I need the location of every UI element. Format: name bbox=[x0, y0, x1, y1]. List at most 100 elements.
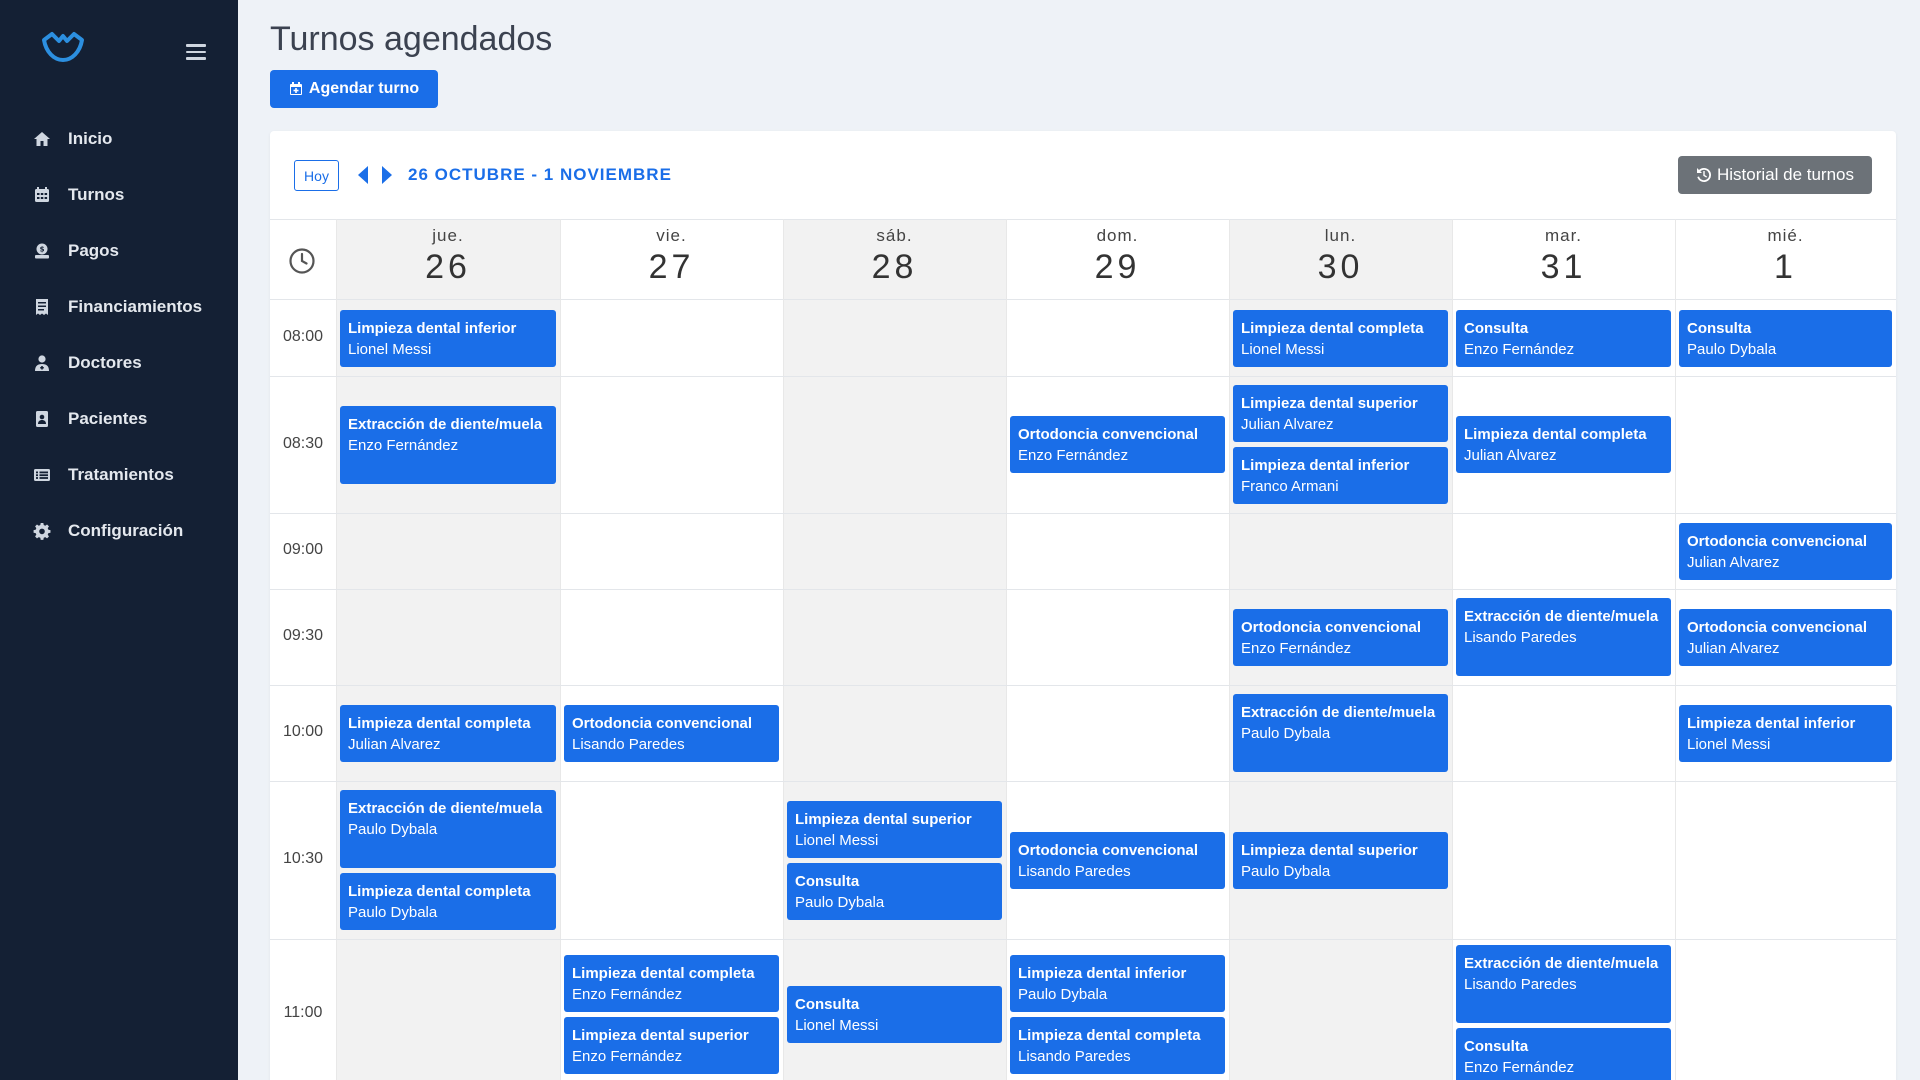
sidebar-item-inicio[interactable]: Inicio bbox=[0, 111, 238, 167]
date-range: 26 OCTUBRE - 1 NOVIEMBRE bbox=[408, 165, 672, 184]
sidebar-item-turnos[interactable]: Turnos bbox=[0, 167, 238, 223]
appointment-event[interactable]: Ortodoncia convencional Lisando Paredes bbox=[1010, 831, 1225, 889]
column-divider bbox=[336, 219, 337, 1080]
appointment-event[interactable]: Extracción de diente/muela Paulo Dybala bbox=[1233, 694, 1448, 772]
appointment-event[interactable]: Ortodoncia convencional Enzo Fernández bbox=[1010, 416, 1225, 473]
today-button[interactable]: Hoy bbox=[294, 160, 339, 191]
appointment-event[interactable]: Limpieza dental inferior Lionel Messi bbox=[340, 309, 556, 367]
row-divider bbox=[270, 685, 1896, 686]
day-number: 29 bbox=[1094, 248, 1141, 286]
prev-week-icon[interactable] bbox=[356, 164, 370, 186]
appointment-event[interactable]: Extracción de diente/muela Paulo Dybala bbox=[340, 790, 556, 868]
sidebar-nav: Inicio Turnos $ Pagos Financiamientos Doctore… bbox=[0, 111, 238, 559]
menu-toggle-icon[interactable] bbox=[186, 44, 206, 60]
column-shade bbox=[783, 219, 1006, 1080]
appointment-patient: Lisando Paredes bbox=[572, 735, 685, 753]
column-divider bbox=[1229, 219, 1230, 1080]
appointment-event[interactable]: Limpieza dental superior Lionel Messi bbox=[787, 800, 1002, 858]
appointment-title: Limpieza dental completa bbox=[1241, 319, 1424, 337]
appointment-history-button[interactable]: Historial de turnos bbox=[1678, 156, 1872, 194]
sidebar-item-pagos[interactable]: $ Pagos bbox=[0, 223, 238, 279]
next-week-icon[interactable] bbox=[380, 164, 394, 186]
day-header[interactable]: sáb. 28 bbox=[783, 220, 1006, 300]
day-header[interactable]: vie. 27 bbox=[560, 220, 783, 300]
logo[interactable] bbox=[40, 30, 86, 64]
day-header[interactable]: mar. 31 bbox=[1452, 220, 1675, 300]
sidebar-item-label: Inicio bbox=[68, 129, 113, 148]
day-header[interactable]: mié. 1 bbox=[1675, 220, 1896, 300]
appointment-event[interactable]: Consulta Lionel Messi bbox=[787, 985, 1002, 1043]
column-divider bbox=[1452, 219, 1453, 1080]
appointment-event[interactable]: Consulta Paulo Dybala bbox=[787, 862, 1002, 920]
appointment-title: Extracción de diente/muela bbox=[1241, 704, 1436, 721]
appointment-title: Limpieza dental completa bbox=[1464, 426, 1647, 443]
day-number: 26 bbox=[425, 248, 471, 286]
time-slot-label: 10:30 bbox=[282, 850, 324, 867]
sidebar-item-doctores[interactable]: Doctores bbox=[0, 335, 238, 391]
appointment-event[interactable]: Ortodoncia convencional Lisando Paredes bbox=[564, 704, 779, 762]
appointment-patient: Lionel Messi bbox=[348, 340, 432, 358]
column-divider bbox=[1006, 219, 1007, 1080]
appointment-patient: Julian Alvarez bbox=[348, 735, 441, 753]
appointment-event[interactable]: Extracción de diente/muela Lisando Parede… bbox=[1456, 598, 1671, 676]
calendar-icon bbox=[32, 185, 52, 205]
appointment-patient: Enzo Fernández bbox=[1464, 340, 1575, 358]
day-header[interactable]: lun. 30 bbox=[1229, 220, 1452, 300]
day-name: vie. bbox=[656, 226, 687, 245]
appointment-event[interactable]: Ortodoncia convencional Enzo Fernández bbox=[1233, 608, 1448, 666]
appointment-event[interactable]: Limpieza dental inferior Paulo Dybala bbox=[1010, 954, 1225, 1012]
appointment-patient: Paulo Dybala bbox=[795, 893, 885, 911]
appointment-title: Limpieza dental completa bbox=[348, 883, 531, 900]
day-name: mié. bbox=[1767, 226, 1804, 245]
day-header[interactable]: dom. 29 bbox=[1006, 220, 1229, 300]
appointment-event[interactable]: Consulta Enzo Fernández bbox=[1456, 309, 1671, 367]
appointment-patient: Enzo Fernández bbox=[572, 985, 683, 1003]
sidebar-item-pacientes[interactable]: Pacientes bbox=[0, 391, 238, 447]
appointment-patient: Enzo Fernández bbox=[572, 1047, 683, 1065]
sidebar-item-label: Pagos bbox=[68, 241, 120, 260]
day-number: 31 bbox=[1540, 248, 1587, 286]
appointment-event[interactable]: Limpieza dental completa Julian Alvarez bbox=[1456, 416, 1671, 473]
appointment-event[interactable]: Limpieza dental completa Paulo Dybala bbox=[340, 873, 556, 930]
appointment-event[interactable]: Consulta Enzo Fernández bbox=[1456, 1028, 1671, 1080]
page-title: Turnos agendados bbox=[270, 20, 553, 58]
appointment-title: Limpieza dental completa bbox=[1018, 1026, 1201, 1044]
appointment-title: Ortodoncia convencional bbox=[572, 714, 753, 732]
appointment-event[interactable]: Limpieza dental superior Paulo Dybala bbox=[1233, 831, 1448, 889]
appointment-event[interactable]: Limpieza dental completa Julian Alvarez bbox=[340, 704, 556, 762]
appointment-event[interactable]: Ortodoncia convencional Julian Alvarez bbox=[1679, 522, 1892, 580]
sidebar-item-financiamientos[interactable]: Financiamientos bbox=[0, 279, 238, 335]
payment-icon: $ bbox=[32, 241, 52, 261]
row-divider bbox=[270, 513, 1896, 514]
day-number: 1 bbox=[1774, 248, 1797, 286]
appointment-event[interactable]: Limpieza dental inferior Franco Armani bbox=[1233, 447, 1448, 504]
appointment-title: Limpieza dental inferior bbox=[1241, 457, 1410, 474]
column-divider bbox=[1675, 219, 1676, 1080]
appointment-event[interactable]: Extracción de diente/muela Lisando Parede… bbox=[1456, 945, 1671, 1023]
gear-icon bbox=[32, 521, 52, 541]
appointment-event[interactable]: Limpieza dental superior Julian Alvarez bbox=[1233, 385, 1448, 442]
appointment-event[interactable]: Extracción de diente/muela Enzo Fernández bbox=[340, 405, 556, 484]
appointment-title: Limpieza dental superior bbox=[1241, 395, 1418, 412]
appointment-patient: Franco Armani bbox=[1241, 478, 1339, 495]
appointment-patient: Lisando Paredes bbox=[1464, 976, 1577, 993]
day-header[interactable]: jue. 26 bbox=[336, 220, 560, 300]
sidebar-item-configuracion[interactable]: Configuración bbox=[0, 503, 238, 559]
time-slot-label: 08:30 bbox=[282, 434, 324, 452]
schedule-appointment-button[interactable]: Agendar turno bbox=[270, 70, 438, 108]
appointment-event[interactable]: Ortodoncia convencional Julian Alvarez bbox=[1679, 608, 1892, 666]
sidebar-item-label: Financiamientos bbox=[68, 297, 203, 316]
appointment-event[interactable]: Limpieza dental completa Lisando Paredes bbox=[1010, 1016, 1225, 1074]
appointment-title: Extracción de diente/muela bbox=[348, 800, 543, 817]
sidebar-item-tratamientos[interactable]: Tratamientos bbox=[0, 447, 238, 503]
appointment-event[interactable]: Limpieza dental superior Enzo Fernández bbox=[564, 1016, 779, 1074]
appointment-event[interactable]: Consulta Paulo Dybala bbox=[1679, 309, 1892, 367]
appointment-title: Consulta bbox=[795, 995, 860, 1013]
appointment-event[interactable]: Limpieza dental inferior Lionel Messi bbox=[1679, 704, 1892, 762]
appointment-title: Limpieza dental completa bbox=[572, 964, 755, 982]
appointment-patient: Julian Alvarez bbox=[1687, 639, 1780, 657]
appointment-event[interactable]: Limpieza dental completa Lionel Messi bbox=[1233, 309, 1448, 367]
day-name: lun. bbox=[1324, 226, 1357, 245]
appointment-event[interactable]: Limpieza dental completa Enzo Fernández bbox=[564, 954, 779, 1012]
day-name: dom. bbox=[1096, 226, 1139, 245]
